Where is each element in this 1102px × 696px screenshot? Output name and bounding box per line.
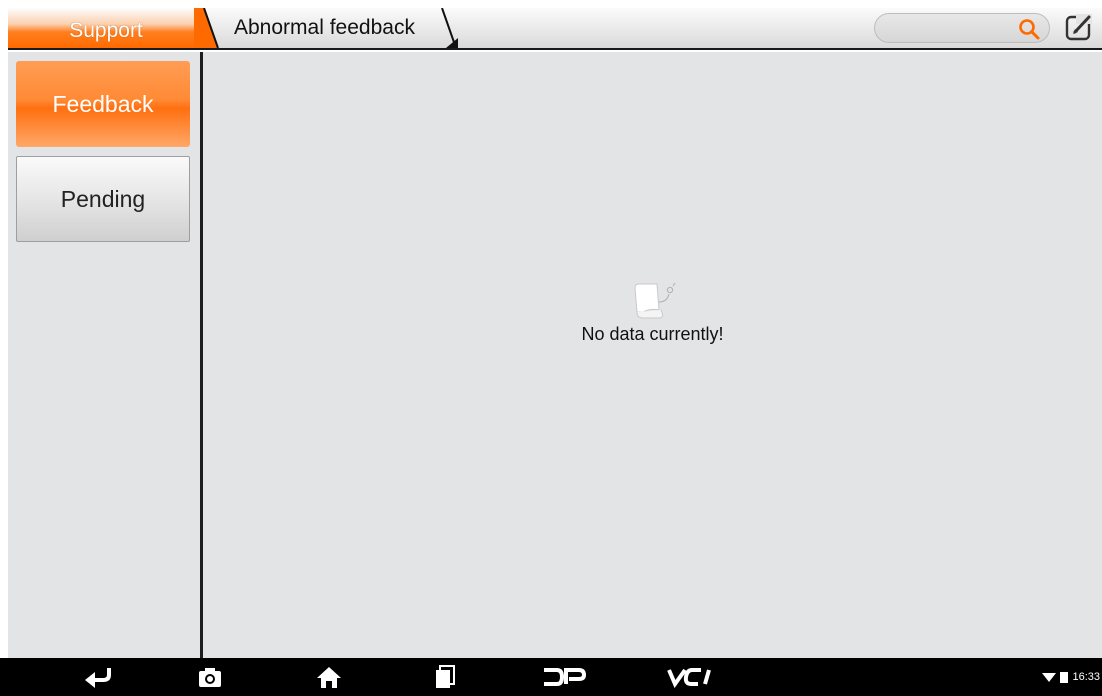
sidebar-item-label: Feedback bbox=[52, 90, 154, 117]
breadcrumb-end-icon bbox=[441, 8, 458, 48]
empty-state: No data currently! bbox=[203, 280, 1102, 345]
sidebar-item-label: Pending bbox=[60, 185, 146, 212]
sidebar-item-feedback[interactable]: Feedback bbox=[16, 61, 190, 147]
wifi-icon bbox=[1042, 673, 1057, 682]
breadcrumb-separator-icon bbox=[194, 8, 219, 48]
breadcrumb-bar: Support Abnormal feedback bbox=[8, 8, 1102, 50]
search-icon[interactable] bbox=[1017, 17, 1041, 41]
back-button[interactable] bbox=[78, 658, 118, 696]
edit-icon[interactable] bbox=[1064, 12, 1094, 42]
sidebar: Feedback Pending bbox=[8, 52, 200, 658]
search-input[interactable] bbox=[874, 13, 1050, 43]
recent-apps-icon bbox=[436, 665, 455, 688]
screenshot-icon bbox=[199, 668, 221, 687]
breadcrumb-current: Abnormal feedback bbox=[234, 8, 415, 48]
home-icon bbox=[317, 667, 341, 688]
breadcrumb-home[interactable]: Support bbox=[8, 8, 204, 48]
empty-document-icon bbox=[633, 282, 675, 319]
screenshot-button[interactable] bbox=[193, 658, 227, 696]
screen: Support Abnormal feedback Feedback Pendi… bbox=[0, 0, 1102, 696]
breadcrumb-home-label: Support bbox=[69, 19, 143, 42]
empty-message: No data currently! bbox=[581, 324, 724, 344]
sidebar-item-pending[interactable]: Pending bbox=[16, 156, 190, 242]
vci-button[interactable] bbox=[660, 658, 720, 696]
vci-icon bbox=[667, 668, 711, 688]
dp-button[interactable] bbox=[534, 658, 594, 696]
status-time: 16:33 bbox=[1072, 671, 1100, 683]
system-navbar: 16:33 bbox=[0, 658, 1102, 696]
home-button[interactable] bbox=[312, 658, 346, 696]
main-content: No data currently! bbox=[203, 52, 1102, 658]
back-icon bbox=[85, 668, 111, 688]
dp-icon bbox=[544, 668, 587, 686]
status-bar: 16:33 bbox=[1042, 658, 1100, 696]
breadcrumb-current-label: Abnormal feedback bbox=[234, 16, 415, 39]
recent-apps-button[interactable] bbox=[428, 658, 462, 696]
battery-icon bbox=[1060, 672, 1069, 683]
